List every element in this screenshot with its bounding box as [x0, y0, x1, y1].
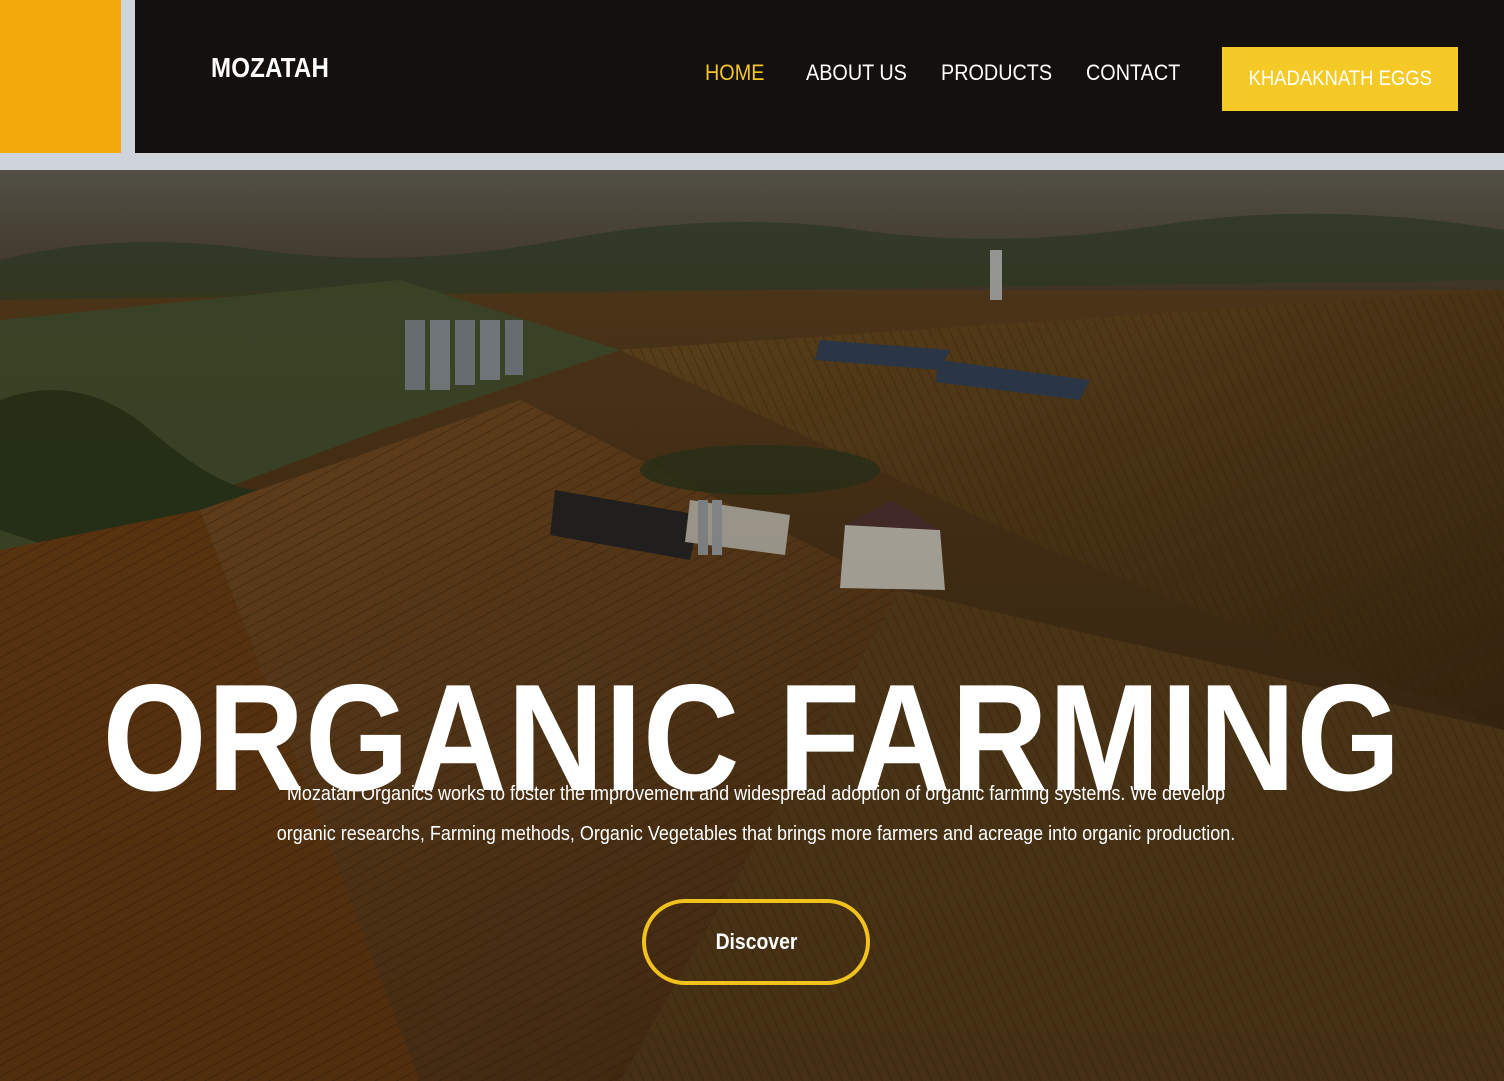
- hero-section: ORGANIC FARMING Mozatah Organics works t…: [0, 170, 1504, 1081]
- brand-accent-block: [0, 0, 121, 153]
- discover-label: Discover: [715, 929, 797, 954]
- top-navbar: MOZATAH HOME ABOUT US PRODUCTS CONTACT K…: [135, 0, 1504, 153]
- brand-logo[interactable]: MOZATAH: [211, 52, 329, 84]
- hero-description: Mozatah Organics works to foster the imp…: [200, 774, 1312, 854]
- discover-button[interactable]: Discover: [642, 899, 870, 985]
- khadaknath-eggs-label: KHADAKNATH EGGS: [1248, 67, 1432, 90]
- khadaknath-eggs-button[interactable]: KHADAKNATH EGGS: [1222, 47, 1458, 111]
- nav-contact[interactable]: CONTACT: [1086, 60, 1180, 86]
- nav-products[interactable]: PRODUCTS: [941, 60, 1052, 86]
- hero-description-text: Mozatah Organics works to foster the imp…: [276, 783, 1236, 845]
- nav-about-us[interactable]: ABOUT US: [806, 60, 907, 86]
- nav-home[interactable]: HOME: [705, 60, 764, 86]
